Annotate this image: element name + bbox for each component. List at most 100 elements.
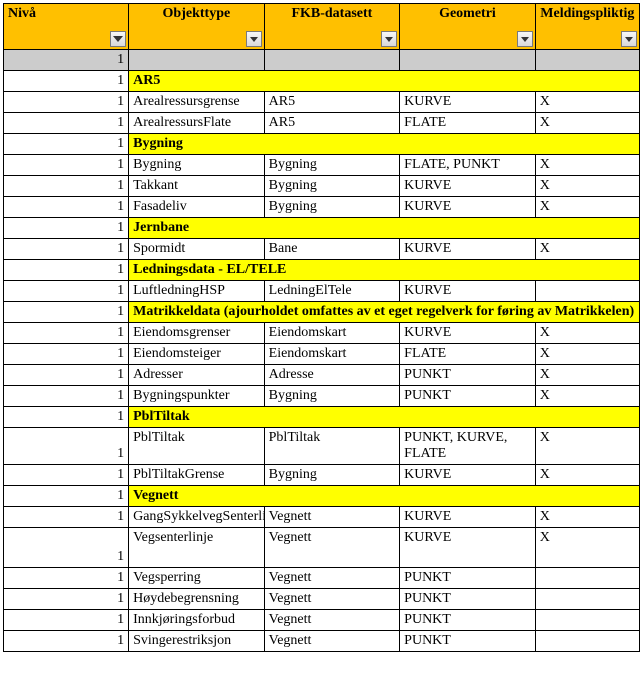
- cell-nivaa: 1: [4, 71, 129, 92]
- table-row: 1AdresserAdressePUNKTX: [4, 365, 640, 386]
- cell-objekttype: GangSykkelvegSenterlinje: [129, 507, 265, 528]
- cell-geometri: KURVE: [400, 323, 536, 344]
- table-row: 1ArealressursFlateAR5FLATEX: [4, 113, 640, 134]
- cell-objekttype: Høydebegrensning: [129, 589, 265, 610]
- cell-nivaa: 1: [4, 113, 129, 134]
- cell-fkb: Bygning: [264, 386, 400, 407]
- header-label: Objekttype: [163, 6, 231, 21]
- col-header-fkb: FKB-datasett: [264, 4, 400, 50]
- cell-nivaa: 1: [4, 155, 129, 176]
- cell-meldingspliktig: [535, 568, 639, 589]
- cell-objekttype: Takkant: [129, 176, 265, 197]
- cell-geometri: FLATE: [400, 113, 536, 134]
- cell-geometri: PUNKT: [400, 568, 536, 589]
- cell-nivaa: 1: [4, 218, 129, 239]
- dropdown-icon[interactable]: [517, 31, 533, 47]
- table-row: 1PblTiltakPblTiltakPUNKT, KURVE, FLATEX: [4, 428, 640, 465]
- cell-geometri: FLATE: [400, 344, 536, 365]
- section-header-row: 1AR5: [4, 71, 640, 92]
- cell-nivaa: 1: [4, 92, 129, 113]
- table-row: 1EiendomsgrenserEiendomskartKURVEX: [4, 323, 640, 344]
- cell-geometri: PUNKT: [400, 610, 536, 631]
- cell-fkb: AR5: [264, 92, 400, 113]
- cell-objekttype: Arealressursgrense: [129, 92, 265, 113]
- cell-objekttype: Svingerestriksjon: [129, 631, 265, 652]
- cell-meldingspliktig: X: [535, 197, 639, 218]
- cell-fkb: Vegnett: [264, 589, 400, 610]
- cell-fkb: Vegnett: [264, 631, 400, 652]
- cell-geometri: KURVE: [400, 281, 536, 302]
- col-header-geometri: Geometri: [400, 4, 536, 50]
- table-row: 1EiendomsteigerEiendomskartFLATEX: [4, 344, 640, 365]
- cell-geometri: KURVE: [400, 176, 536, 197]
- cell-fkb: Eiendomskart: [264, 323, 400, 344]
- section-header-row: 1PblTiltak: [4, 407, 640, 428]
- cell-meldingspliktig: [535, 589, 639, 610]
- cell-geometri: PUNKT, KURVE, FLATE: [400, 428, 536, 465]
- cell-nivaa: 1: [4, 486, 129, 507]
- cell-geometri: PUNKT: [400, 589, 536, 610]
- cell-nivaa: 1: [4, 323, 129, 344]
- cell-fkb: PblTiltak: [264, 428, 400, 465]
- cell-meldingspliktig: X: [535, 465, 639, 486]
- cell-nivaa: 1: [4, 176, 129, 197]
- cell-nivaa: 1: [4, 568, 129, 589]
- dropdown-icon[interactable]: [381, 31, 397, 47]
- cell-meldingspliktig: X: [535, 323, 639, 344]
- cell-fkb: Vegnett: [264, 568, 400, 589]
- section-title: Jernbane: [129, 218, 640, 239]
- cell-objekttype: Eiendomsteiger: [129, 344, 265, 365]
- cell-meldingspliktig: X: [535, 528, 639, 568]
- cell-meldingspliktig: X: [535, 507, 639, 528]
- cell-meldingspliktig: [535, 610, 639, 631]
- cell-meldingspliktig: [535, 281, 639, 302]
- section-title: PblTiltak: [129, 407, 640, 428]
- cell-meldingspliktig: X: [535, 386, 639, 407]
- cell-geometri: KURVE: [400, 92, 536, 113]
- cell-fkb: LedningElTele: [264, 281, 400, 302]
- cell-nivaa: 1: [4, 386, 129, 407]
- dropdown-icon[interactable]: [246, 31, 262, 47]
- cell-nivaa: 1: [4, 528, 129, 568]
- section-header-row: 1Vegnett: [4, 486, 640, 507]
- cell-nivaa: 1: [4, 50, 129, 71]
- cell-objekttype: Spormidt: [129, 239, 265, 260]
- cell-meldingspliktig: X: [535, 92, 639, 113]
- cell-fkb: Vegnett: [264, 528, 400, 568]
- cell-nivaa: 1: [4, 134, 129, 155]
- header-label: Meldingspliktig: [540, 6, 634, 21]
- cell-nivaa: 1: [4, 428, 129, 465]
- cell-objekttype: Vegsperring: [129, 568, 265, 589]
- cell-objekttype: Innkjøringsforbud: [129, 610, 265, 631]
- section-header-row: 1Matrikkeldata (ajourholdet omfattes av …: [4, 302, 640, 323]
- cell-objekttype: Vegsenterlinje: [129, 528, 265, 568]
- cell-objekttype: PblTiltakGrense: [129, 465, 265, 486]
- section-title: Vegnett: [129, 486, 640, 507]
- header-row: Nivå Objekttype FKB-datasett Geometri Me…: [4, 4, 640, 50]
- section-title: Bygning: [129, 134, 640, 155]
- cell-nivaa: 1: [4, 344, 129, 365]
- data-table: Nivå Objekttype FKB-datasett Geometri Me…: [3, 3, 640, 652]
- header-label: Geometri: [439, 6, 496, 21]
- cell-objekttype: Bygningspunkter: [129, 386, 265, 407]
- table-row: 1TakkantBygningKURVEX: [4, 176, 640, 197]
- filter-icon[interactable]: [110, 31, 126, 47]
- cell-fkb: Bygning: [264, 465, 400, 486]
- cell-meldingspliktig: X: [535, 365, 639, 386]
- cell-nivaa: 1: [4, 260, 129, 281]
- cell-geometri: KURVE: [400, 465, 536, 486]
- table-row: 1FasadelivBygningKURVEX: [4, 197, 640, 218]
- cell-geometri: KURVE: [400, 239, 536, 260]
- table-row: 1PblTiltakGrenseBygningKURVEX: [4, 465, 640, 486]
- cell: [129, 50, 265, 71]
- cell-nivaa: 1: [4, 302, 129, 323]
- cell-fkb: Adresse: [264, 365, 400, 386]
- section-title: Matrikkeldata (ajourholdet omfattes av e…: [129, 302, 640, 323]
- cell-nivaa: 1: [4, 197, 129, 218]
- cell-objekttype: ArealressursFlate: [129, 113, 265, 134]
- dropdown-icon[interactable]: [621, 31, 637, 47]
- col-header-nivaa: Nivå: [4, 4, 129, 50]
- cell-fkb: Vegnett: [264, 507, 400, 528]
- cell-objekttype: Fasadeliv: [129, 197, 265, 218]
- cell-nivaa: 1: [4, 507, 129, 528]
